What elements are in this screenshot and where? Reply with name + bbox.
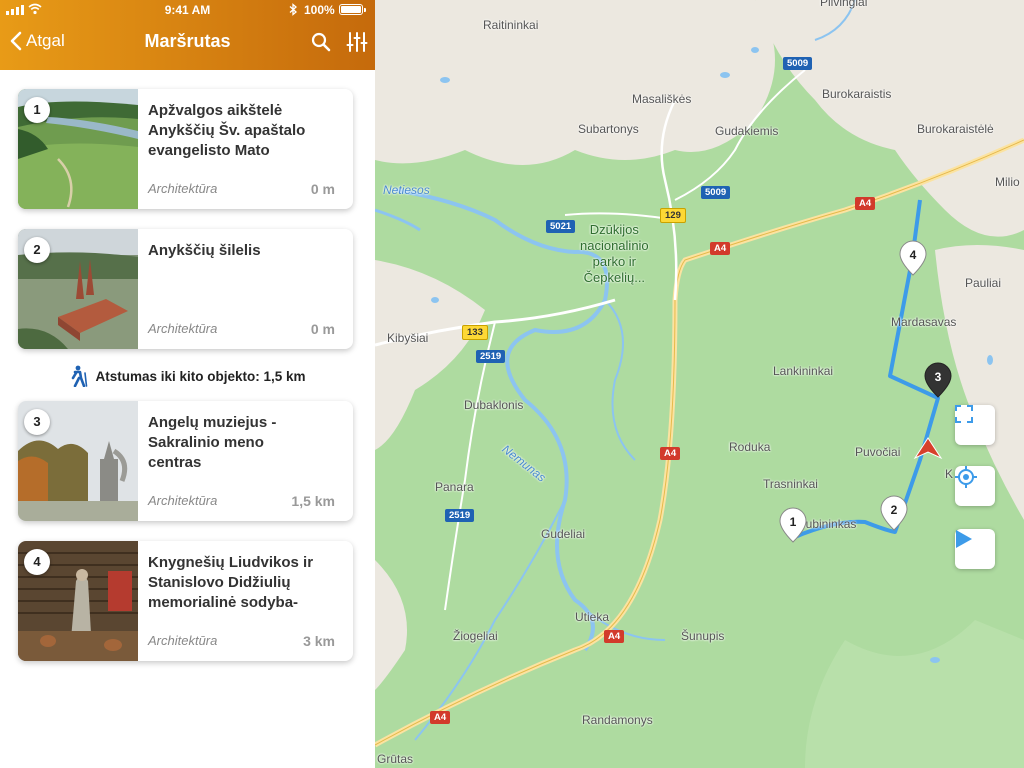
route-item-number: 3 xyxy=(24,409,50,435)
place-label: Raitininkai xyxy=(483,18,539,32)
battery-percentage: 100% xyxy=(304,3,335,17)
route-marker[interactable]: 2 xyxy=(879,495,909,531)
place-label: Mardasavas xyxy=(891,315,957,329)
place-label: Pauliai xyxy=(965,276,1002,290)
route-item-category: Architektūra xyxy=(148,633,218,648)
fullscreen-button[interactable] xyxy=(955,405,995,445)
route-list-panel: 9:41 AM 100% Atgal Maršrutas 1 Apžvalgos… xyxy=(0,0,375,768)
road-shield: 5009 xyxy=(701,186,731,199)
route-item-title: Angelų muziejus - Sakralinio meno centra… xyxy=(148,414,277,471)
road-shield: A4 xyxy=(604,630,625,643)
place-label: Masališkės xyxy=(632,92,692,106)
route-item-distance: 0 m xyxy=(310,181,335,197)
road-shield: A4 xyxy=(660,447,681,460)
place-label: Pilvingiai xyxy=(820,0,868,9)
map-urban-area xyxy=(755,0,1024,237)
route-item-number: 4 xyxy=(24,549,50,575)
route-marker[interactable]: 1 xyxy=(778,507,808,543)
place-label: Kibyšiai xyxy=(387,331,429,345)
road-shield: 2519 xyxy=(476,350,506,363)
place-label: Lankininkai xyxy=(773,364,834,378)
road-shield: A4 xyxy=(855,197,876,210)
route-item-card[interactable]: 2 Anykščių šilelis Architektūra 0 m xyxy=(18,229,353,349)
road-shield: A4 xyxy=(430,711,451,724)
place-label: Gudakiemis xyxy=(715,124,779,138)
map-urban-area xyxy=(375,0,775,165)
road-shield: 133 xyxy=(462,325,488,340)
status-bar: 9:41 AM 100% xyxy=(0,0,375,20)
play-icon xyxy=(956,530,972,548)
route-item-distance: 1,5 km xyxy=(291,493,335,509)
place-label: Grūtas xyxy=(377,752,414,766)
place-label: Roduka xyxy=(729,440,771,454)
route-item-title: Anykščių šilelis xyxy=(148,242,261,259)
route-marker-label: 3 xyxy=(935,370,942,384)
chevron-left-icon xyxy=(10,31,22,51)
battery-icon xyxy=(339,4,366,15)
map-urban-area xyxy=(375,560,407,690)
place-label: Netiesos xyxy=(383,183,430,197)
navigation-arrow-icon xyxy=(913,437,943,460)
road-shield: 5009 xyxy=(783,57,813,70)
place-label: Panara xyxy=(435,480,474,494)
route-item-title: Knygnešių Liudvikos ir Stanislovo Didžiu… xyxy=(148,554,314,611)
route-marker[interactable]: 4 xyxy=(898,240,928,276)
place-label: Utieka xyxy=(575,610,610,624)
route-item-distance: 3 km xyxy=(303,633,335,649)
route-item-card[interactable]: 4 Knygnešių Liudvikos ir Stanislovo Didž… xyxy=(18,541,353,661)
start-navigation-button[interactable] xyxy=(955,529,995,569)
filter-sliders-icon[interactable] xyxy=(346,31,368,53)
map-view[interactable]: Raitininkai Pilvingiai Masališkės Buroka… xyxy=(375,0,1024,768)
route-item-number: 2 xyxy=(24,237,50,263)
back-button[interactable]: Atgal xyxy=(10,28,65,54)
place-label: Gudeliai xyxy=(541,527,586,541)
road-shield: A4 xyxy=(710,242,731,255)
place-label: Randamonys xyxy=(582,713,653,727)
route-item-card[interactable]: 1 Apžvalgos aikštelė Anykščių Šv. apašta… xyxy=(18,89,353,209)
next-object-distance: Atstumas iki kito objekto: 1,5 km xyxy=(0,364,375,388)
back-button-label: Atgal xyxy=(26,31,65,50)
route-marker-label: 1 xyxy=(790,515,797,529)
park-label: Dzūkijos nacionalinio parko ir Čepkelių.… xyxy=(580,222,649,285)
route-marker-label: 4 xyxy=(910,248,917,262)
bluetooth-icon xyxy=(289,3,297,16)
route-item-category: Architektūra xyxy=(148,181,218,196)
map-park-area xyxy=(805,620,1024,768)
fullscreen-icon xyxy=(955,405,973,423)
place-label: Trasninkai xyxy=(763,477,818,491)
place-label: Puvočiai xyxy=(855,445,901,459)
route-item-number: 1 xyxy=(24,97,50,123)
next-object-distance-label: Atstumas iki kito objekto: 1,5 km xyxy=(95,368,306,384)
location-target-icon xyxy=(955,466,977,488)
route-item-title: Apžvalgos aikštelė Anykščių Šv. apaštalo… xyxy=(148,102,306,159)
place-label: Žiogeliai xyxy=(453,629,498,643)
road-shield: 129 xyxy=(660,208,686,223)
place-label: Burokaraistėlė xyxy=(917,122,994,136)
route-item-distance: 0 m xyxy=(310,321,335,337)
route-marker-label: 2 xyxy=(891,503,898,517)
place-label: Subartonys xyxy=(578,122,639,136)
search-icon[interactable] xyxy=(310,31,332,53)
hiker-icon xyxy=(72,365,88,387)
place-label: Dubaklonis xyxy=(464,398,524,412)
road-shield: 5021 xyxy=(546,220,576,233)
map-urban-area xyxy=(375,260,485,450)
route-item-card[interactable]: 3 Angelų muziejus - Sakralinio meno cent… xyxy=(18,401,353,521)
road-shield: 2519 xyxy=(445,509,475,522)
my-location-button[interactable] xyxy=(955,466,995,506)
navigation-bar: 9:41 AM 100% Atgal Maršrutas xyxy=(0,0,375,70)
route-item-category: Architektūra xyxy=(148,321,218,336)
place-label: Šunupis xyxy=(681,629,725,643)
place-label: K xyxy=(945,467,954,481)
place-label: Burokaraistis xyxy=(822,87,892,101)
route-item-category: Architektūra xyxy=(148,493,218,508)
place-label: Milio xyxy=(995,175,1020,189)
route-marker-active[interactable]: 3 xyxy=(923,362,953,398)
